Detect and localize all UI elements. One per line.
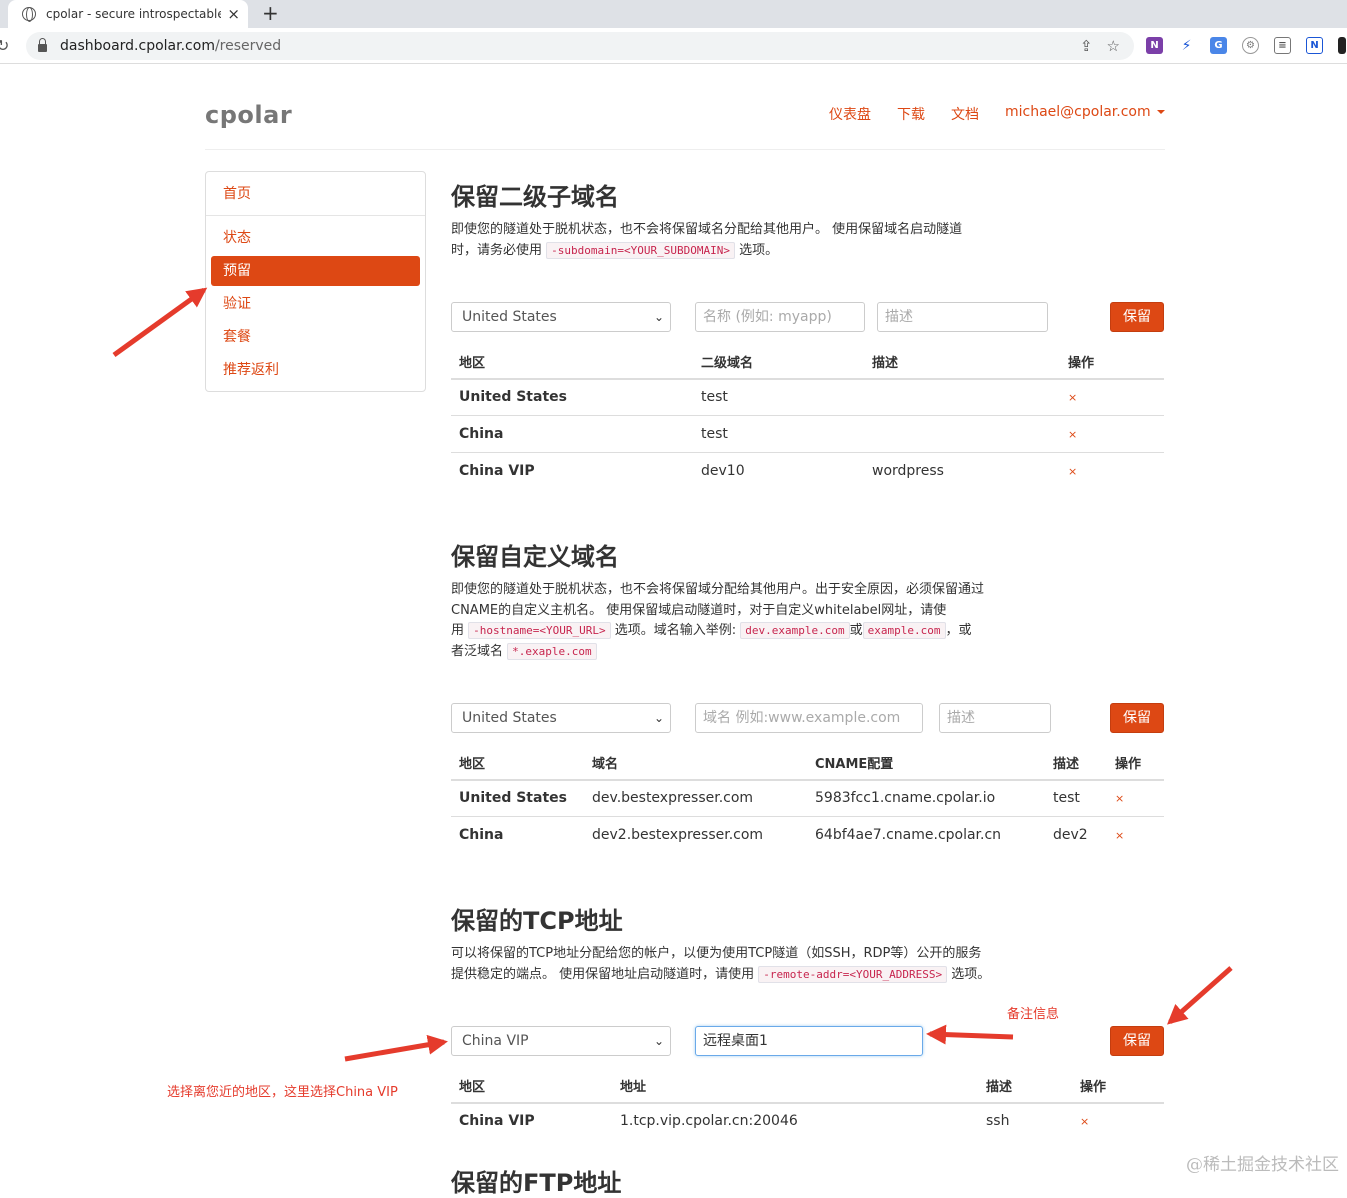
watermark: @稀土掘金技术社区 [1186,1150,1339,1175]
arrow-to-region-select [345,1042,444,1059]
annotation-arrows [0,0,1347,1181]
arrow-to-save-button [1170,968,1231,1022]
arrow-to-desc-input [930,1034,1013,1037]
arrow-to-reserved [114,290,204,355]
